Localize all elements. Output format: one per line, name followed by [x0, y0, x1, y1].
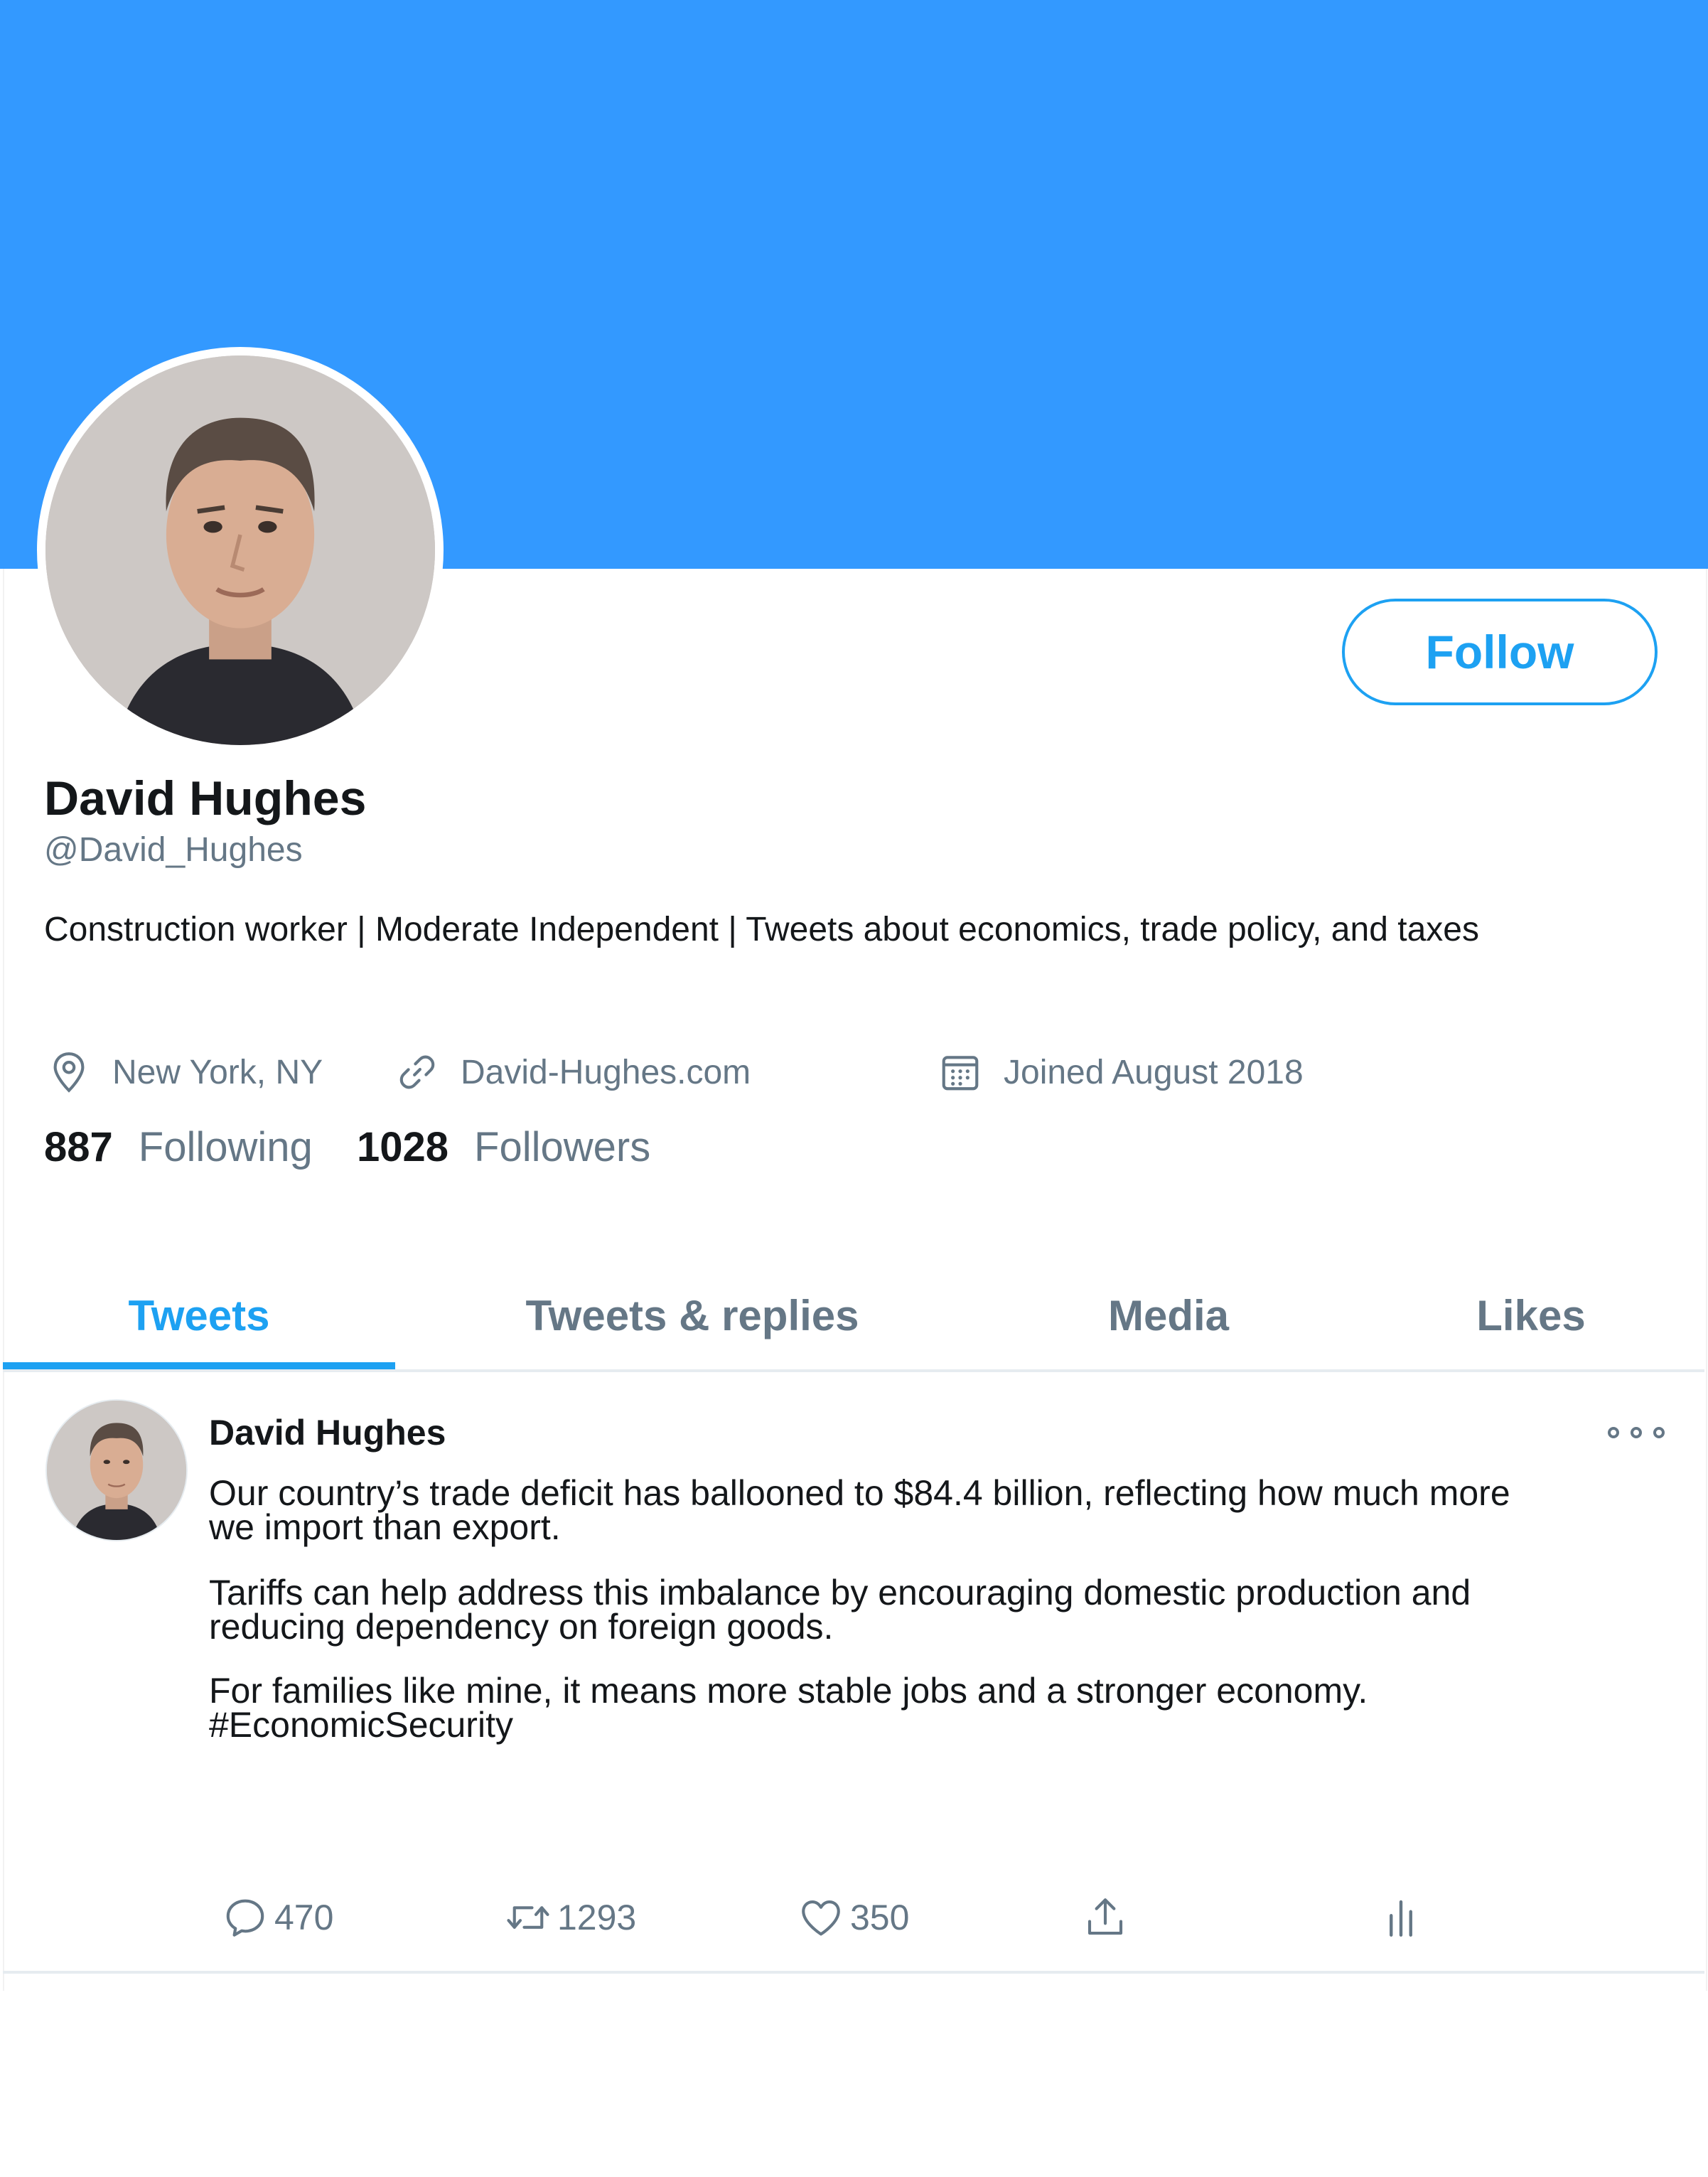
tab-media[interactable]: Media	[1069, 1266, 1268, 1365]
tweet-divider	[3, 1971, 1704, 1974]
tweet-paragraph-2: Tariffs can help address this imbalance …	[209, 1573, 1471, 1647]
analytics-button[interactable]	[1377, 1886, 1430, 1949]
profile-handle: @David_Hughes	[44, 831, 303, 869]
following-label: Following	[138, 1124, 313, 1170]
tweet-paragraph-3: For families like mine, it means more st…	[209, 1671, 1368, 1743]
reply-icon	[226, 1899, 264, 1937]
share-button[interactable]	[1082, 1886, 1134, 1949]
link-icon	[399, 1055, 435, 1089]
retweet-icon	[507, 1906, 549, 1929]
profile-display-name: David Hughes	[44, 771, 367, 825]
tweet-line: we import than export.	[209, 1507, 561, 1547]
followers-count: 1028	[357, 1124, 449, 1170]
avatar-portrait	[45, 355, 435, 745]
like-count: 350	[850, 1898, 910, 1937]
tweet-actions: 470 1293 350	[3, 1886, 1704, 1949]
followers-stat[interactable]: 1028 Followers	[357, 1123, 650, 1171]
more-options-icon[interactable]	[1608, 1415, 1665, 1450]
following-stat[interactable]: 887 Following	[44, 1123, 313, 1171]
reply-count: 470	[274, 1898, 334, 1937]
tab-tweets[interactable]: Tweets	[3, 1266, 395, 1365]
location-text: New York, NY	[112, 1053, 323, 1091]
tweet-line: Our country’s trade deficit has balloone…	[209, 1473, 1510, 1513]
active-tab-indicator	[3, 1362, 395, 1369]
analytics-icon	[1390, 1900, 1412, 1937]
tweet-line: Tariffs can help address this imbalance …	[209, 1573, 1471, 1612]
profile-joined-date: Joined August 2018	[938, 1042, 1304, 1102]
follow-button[interactable]: Follow	[1342, 599, 1658, 705]
tweet-line: For families like mine, it means more st…	[209, 1671, 1368, 1711]
like-button[interactable]: 350	[797, 1886, 909, 1949]
tweet-card[interactable]: David Hughes Our country’s trade deficit…	[3, 1372, 1704, 1971]
tweet-paragraph-1: Our country’s trade deficit has balloone…	[209, 1473, 1510, 1547]
profile-bio: Construction worker | Moderate Independe…	[44, 911, 1479, 948]
website-link[interactable]: David-Hughes.com	[461, 1053, 751, 1092]
profile-website[interactable]: David-Hughes.com	[395, 1042, 751, 1102]
following-count: 887	[44, 1124, 113, 1170]
tweet-avatar[interactable]	[45, 1399, 188, 1541]
profile-avatar[interactable]	[37, 347, 444, 754]
followers-label: Followers	[474, 1124, 651, 1170]
tweet-hashtag[interactable]: #EconomicSecurity	[209, 1707, 1368, 1743]
share-icon	[1087, 1898, 1123, 1935]
tab-tweets-and-replies[interactable]: Tweets & replies	[458, 1266, 927, 1365]
avatar-portrait	[47, 1401, 186, 1540]
reply-button[interactable]: 470	[222, 1886, 333, 1949]
retweet-button[interactable]: 1293	[505, 1886, 636, 1949]
tweet-author-name[interactable]: David Hughes	[209, 1412, 446, 1453]
location-pin-icon	[53, 1052, 85, 1093]
tab-likes[interactable]: Likes	[1439, 1266, 1623, 1365]
profile-location: New York, NY	[47, 1042, 323, 1102]
joined-text: Joined August 2018	[1004, 1053, 1304, 1091]
like-heart-icon	[802, 1900, 840, 1936]
profile-tabs: Tweets Tweets & replies Media Likes	[3, 1266, 1704, 1369]
calendar-icon	[942, 1056, 979, 1091]
tweet-line: reducing dependency on foreign goods.	[209, 1607, 834, 1647]
retweet-count: 1293	[557, 1898, 637, 1937]
